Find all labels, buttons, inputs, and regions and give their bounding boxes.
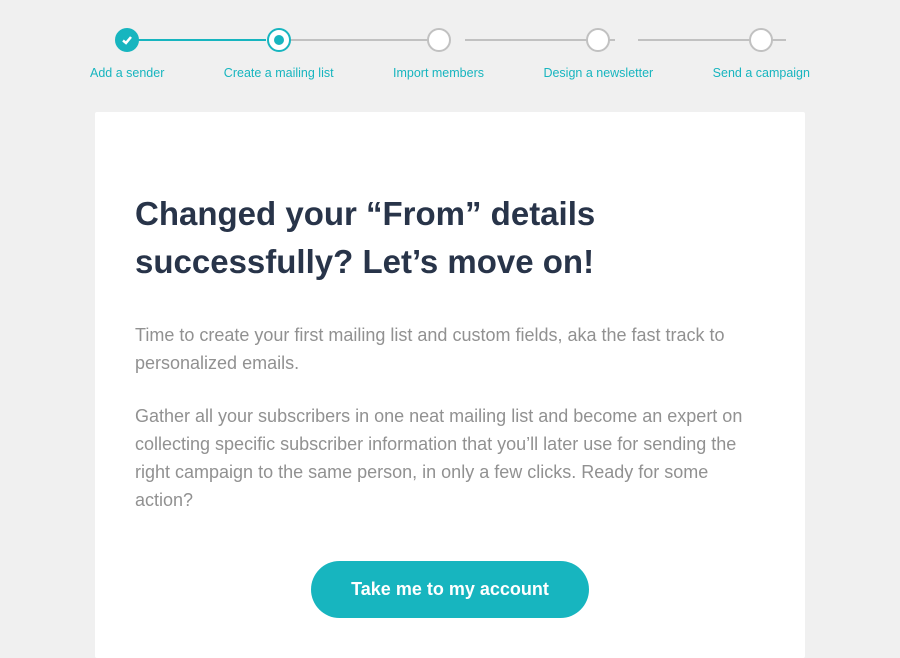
step-label: Create a mailing list xyxy=(224,66,334,80)
progress-stepper: Add a sender Create a mailing list Impor… xyxy=(0,0,900,80)
page-title: Changed your “From” details successfully… xyxy=(135,190,765,286)
step-add-sender[interactable]: Add a sender xyxy=(90,28,164,80)
onboarding-card: Changed your “From” details successfully… xyxy=(95,112,805,658)
check-icon xyxy=(120,33,134,47)
step-label: Design a newsletter xyxy=(543,66,653,80)
body-paragraph: Time to create your first mailing list a… xyxy=(135,322,765,378)
body-paragraph: Gather all your subscribers in one neat … xyxy=(135,403,765,515)
step-label: Add a sender xyxy=(90,66,164,80)
step-import-members[interactable]: Import members xyxy=(393,28,484,80)
step-circle-completed xyxy=(115,28,139,52)
step-label: Import members xyxy=(393,66,484,80)
take-me-to-account-button[interactable]: Take me to my account xyxy=(311,561,589,618)
step-create-mailing-list[interactable]: Create a mailing list xyxy=(224,28,334,80)
step-label: Send a campaign xyxy=(713,66,810,80)
step-circle-pending xyxy=(586,28,610,52)
step-send-campaign[interactable]: Send a campaign xyxy=(713,28,810,80)
step-design-newsletter[interactable]: Design a newsletter xyxy=(543,28,653,80)
step-circle-active xyxy=(267,28,291,52)
step-circle-pending xyxy=(427,28,451,52)
step-circle-pending xyxy=(749,28,773,52)
